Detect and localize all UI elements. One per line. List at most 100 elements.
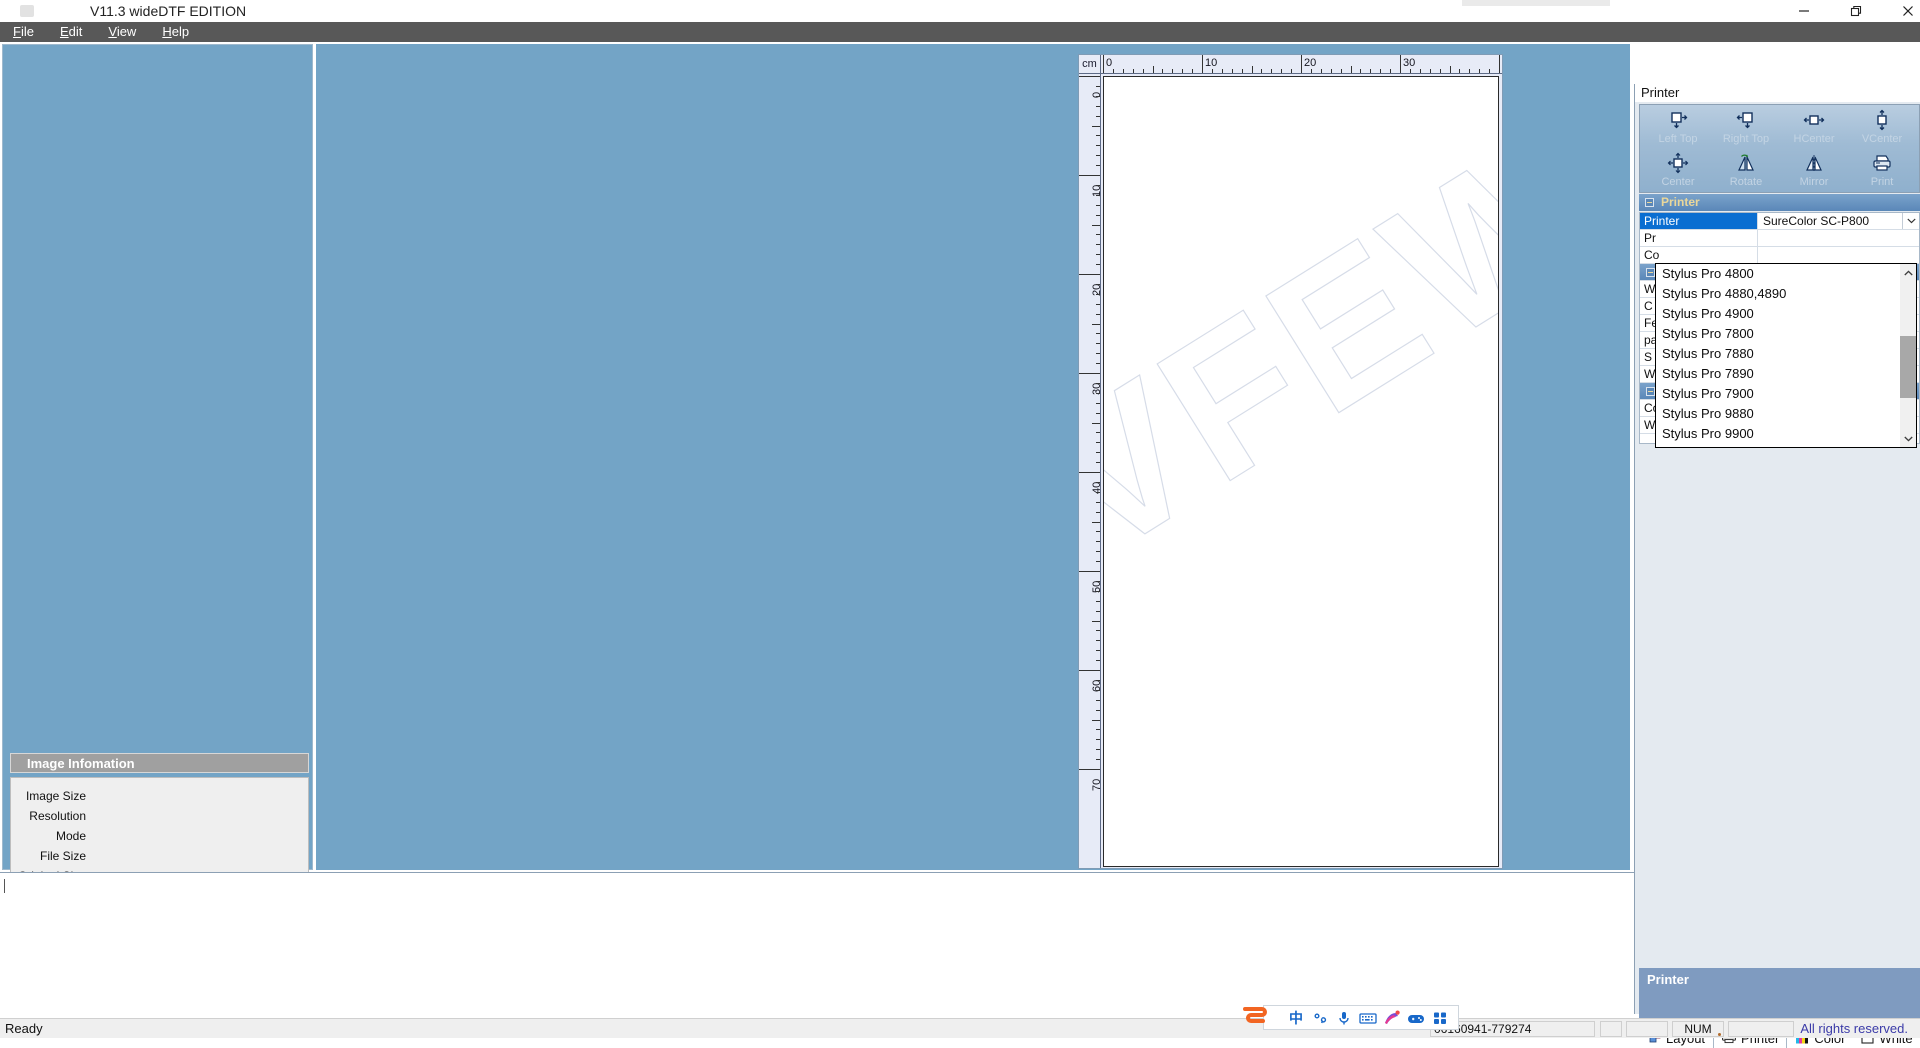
canvas-backdrop[interactable]: cm 010203040 010203040506070 VFEW	[316, 44, 1630, 870]
menu-view[interactable]: View	[95, 22, 149, 42]
voice-input-icon[interactable]	[1334, 1008, 1354, 1028]
ruler-tick	[1096, 660, 1100, 662]
dropdown-option[interactable]: Stylus Pro 9880	[1656, 404, 1900, 424]
right-bottom-caption-text: Printer	[1647, 972, 1689, 987]
property-value[interactable]	[1758, 230, 1919, 246]
app-title: V11.3 wideDTF EDITION	[90, 3, 247, 19]
ruler-tick	[1096, 95, 1100, 97]
keyboard-icon[interactable]	[1358, 1008, 1378, 1028]
restore-button[interactable]	[1833, 0, 1879, 22]
ruler-tick	[1096, 442, 1100, 444]
status-cell-a	[1600, 1021, 1622, 1037]
ruler-tick	[1096, 115, 1100, 117]
page-sheet[interactable]: VFEW	[1103, 76, 1499, 867]
ruler-tick	[1231, 69, 1233, 73]
output-pane[interactable]	[0, 872, 1634, 1000]
horizontal-ruler[interactable]: 010203040	[1101, 55, 1502, 74]
center-button[interactable]: Center	[1644, 151, 1712, 195]
ruler-tick	[1079, 670, 1100, 671]
collapse-icon[interactable]	[1646, 387, 1655, 396]
ruler-tick	[1241, 69, 1243, 73]
ruler-tick	[1096, 749, 1100, 751]
ruler-tick	[1489, 69, 1491, 73]
printer-dropdown-list[interactable]: Stylus Pro 4800 Stylus Pro 4880,4890 Stylu…	[1655, 263, 1917, 448]
menu-help-rest: elp	[171, 24, 190, 39]
right-top-button[interactable]: Right Top	[1712, 108, 1780, 152]
menu-edit[interactable]: Edit	[47, 22, 95, 42]
thumbnail-preview-area[interactable]	[3, 45, 312, 693]
ruler-tick	[1499, 55, 1500, 73]
rotate-button[interactable]: Rotate	[1712, 151, 1780, 195]
printer-group-header[interactable]: Printer	[1639, 194, 1920, 211]
print-button[interactable]: Print	[1848, 151, 1916, 195]
ruler-tick	[1320, 69, 1322, 73]
menu-edit-rest: dit	[68, 24, 83, 39]
left-top-button[interactable]: Left Top	[1644, 108, 1712, 152]
ruler-tick	[1092, 224, 1100, 226]
ruler-tick	[1459, 69, 1461, 73]
vcenter-label: VCenter	[1861, 133, 1903, 145]
chinese-mode-icon[interactable]: 中	[1286, 1008, 1306, 1028]
print-icon	[1871, 151, 1893, 175]
status-num-lock: NUM	[1672, 1021, 1724, 1037]
dropdown-option[interactable]: Stylus Pro 4900	[1656, 304, 1900, 324]
ruler-tick	[1092, 422, 1100, 424]
ruler-tick	[1251, 66, 1253, 73]
ruler-tick	[1096, 244, 1100, 246]
toolbox-icon[interactable]	[1430, 1008, 1450, 1028]
ruler-tick	[1096, 194, 1100, 196]
status-bar: Ready 06160941-779274 NUM All rights res…	[0, 1018, 1920, 1038]
property-row-pr[interactable]: Pr	[1640, 230, 1919, 247]
menu-file[interactable]: File	[0, 22, 47, 42]
dropdown-option[interactable]: Stylus Pro 7900	[1656, 384, 1900, 404]
vertical-ruler[interactable]: 010203040506070	[1079, 74, 1101, 868]
ruler-tick	[1096, 264, 1100, 266]
sogou-logo-icon[interactable]	[1240, 1003, 1270, 1031]
dropdown-scrollbar[interactable]	[1900, 264, 1916, 447]
dropdown-option[interactable]: Stylus Pro 4800	[1656, 264, 1900, 284]
dropdown-option[interactable]: Stylus Pro 7880	[1656, 344, 1900, 364]
minimize-button[interactable]	[1781, 0, 1827, 22]
property-value[interactable]: SureColor SC-P800	[1758, 213, 1919, 229]
dropdown-option[interactable]: Stylus Pro 4880,4890	[1656, 284, 1900, 304]
dropdown-option[interactable]: Stylus Pro 9900	[1656, 424, 1900, 444]
ruler-tick	[1221, 69, 1223, 73]
dropdown-option[interactable]: Stylus Pro 7890	[1656, 364, 1900, 384]
menu-help[interactable]: Help	[149, 22, 202, 42]
ruler-tick	[1096, 481, 1100, 483]
property-row-printer[interactable]: Printer SureColor SC-P800	[1640, 213, 1919, 230]
document-frame: cm 010203040 010203040506070 VFEW	[1078, 54, 1503, 869]
image-info-label: Mode	[55, 829, 86, 843]
ruler-tick	[1096, 363, 1100, 365]
ruler-tick	[1370, 69, 1372, 73]
vcenter-button[interactable]: VCenter	[1848, 108, 1916, 152]
property-name: Co	[1640, 247, 1758, 263]
ruler-tick	[1096, 303, 1100, 305]
scroll-up-icon[interactable]	[1900, 264, 1916, 281]
dropdown-option[interactable]: Stylus Pro 7800	[1656, 324, 1900, 344]
scrollbar-thumb[interactable]	[1900, 336, 1916, 398]
property-value[interactable]	[1758, 247, 1919, 263]
ruler-label: 0	[1106, 57, 1113, 69]
page-shadow	[342, 67, 738, 858]
ruler-tick	[1096, 333, 1100, 335]
close-button[interactable]	[1885, 0, 1920, 22]
collapse-icon[interactable]	[1645, 198, 1654, 207]
ime-toolbar[interactable]: 中	[1263, 1005, 1459, 1030]
text-caret	[4, 879, 5, 893]
collapse-icon[interactable]	[1646, 268, 1655, 277]
hcenter-button[interactable]: HCenter	[1780, 108, 1848, 152]
scroll-down-icon[interactable]	[1900, 430, 1916, 447]
punctuation-icon[interactable]	[1310, 1008, 1330, 1028]
dropdown-option[interactable]: DTFPRO Thunderbird	[1656, 444, 1900, 447]
right-panel-caption: Printer	[1635, 84, 1920, 102]
right-top-label: Right Top	[1722, 133, 1770, 145]
ruler-tick	[1096, 382, 1100, 384]
skin-icon[interactable]	[1382, 1008, 1402, 1028]
games-icon[interactable]	[1406, 1008, 1426, 1028]
mirror-button[interactable]: Mirror	[1780, 151, 1848, 195]
center-label: Center	[1661, 176, 1695, 188]
ruler-tick	[1360, 69, 1362, 73]
property-row-co[interactable]: Co	[1640, 247, 1919, 264]
chevron-down-icon[interactable]	[1902, 213, 1919, 229]
